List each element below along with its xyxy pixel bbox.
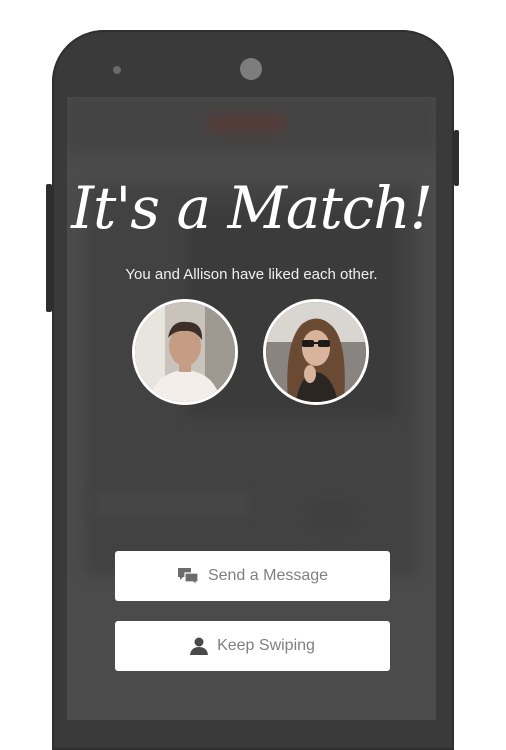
blurred-profile-name [97,492,247,516]
volume-button [46,184,52,312]
send-message-label: Send a Message [207,567,329,584]
chat-bubbles-icon [177,567,199,585]
power-button [454,130,459,186]
user-photo [135,302,235,402]
proximity-sensor [113,66,121,74]
blurred-logo [207,117,287,131]
keep-swiping-label: Keep Swiping [217,637,315,654]
match-screen: It's a Match! You and Allison have liked… [67,97,436,720]
user-avatar [132,299,238,405]
send-message-button[interactable]: Send a Message [115,551,390,601]
blurred-profile-icon [307,502,357,532]
match-avatar [263,299,369,405]
person-icon [190,637,209,655]
keep-swiping-button[interactable]: Keep Swiping [115,621,390,671]
match-subtitle: You and Allison have liked each other. [125,266,378,283]
match-title: It's a Match! [71,174,433,242]
front-camera [240,58,262,80]
match-photo [266,302,366,402]
